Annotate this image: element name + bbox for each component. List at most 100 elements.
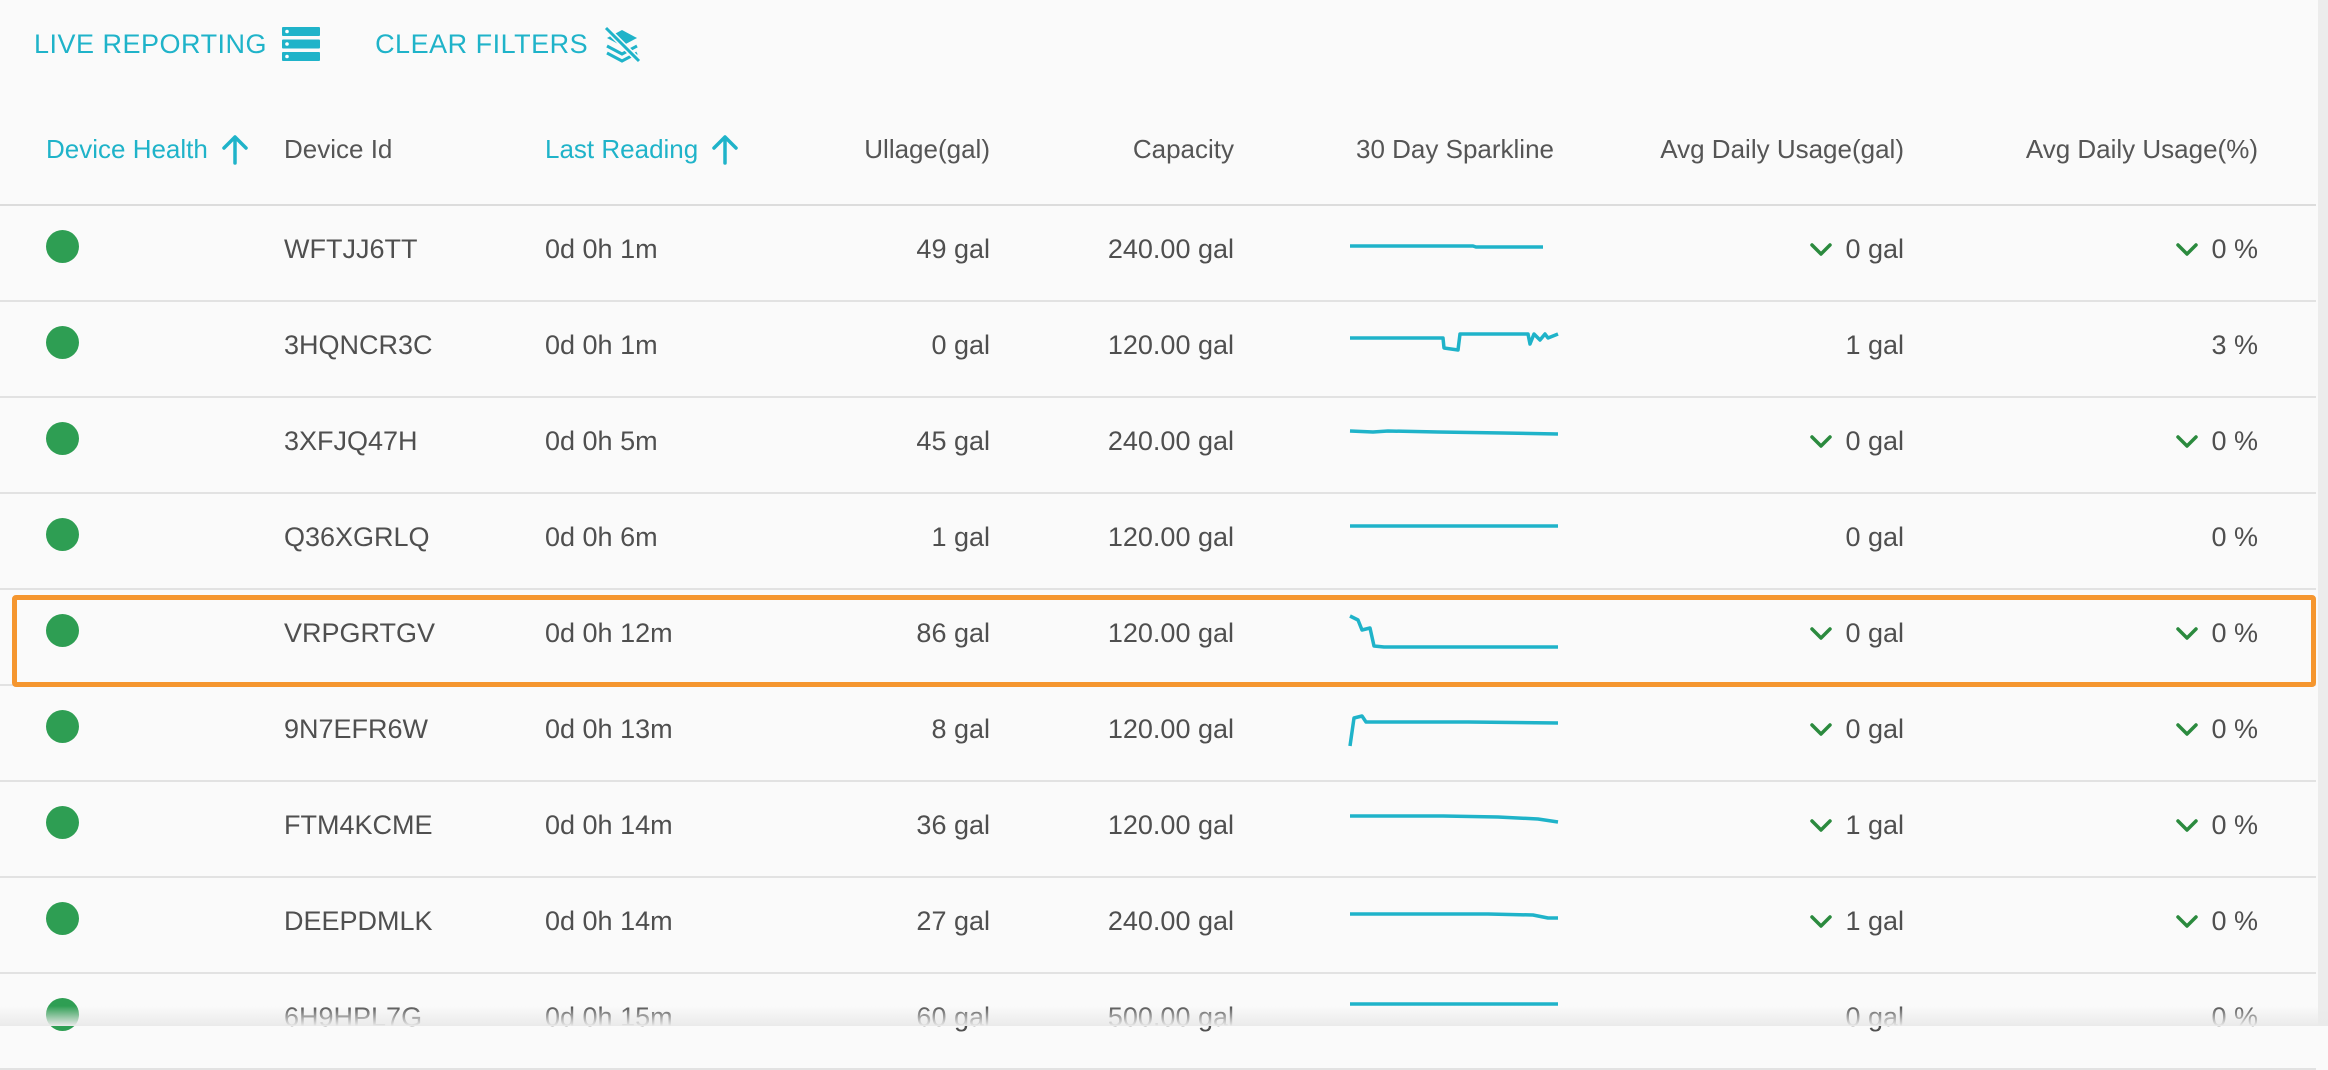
device-id: 3XFJQ47H [284,425,418,456]
ullage: 86 gal [916,617,990,648]
header-device-id[interactable]: Device Id [284,94,524,204]
ullage: 8 gal [931,713,990,744]
table-row[interactable]: 9N7EFR6W 0d 0h 13m 8 gal 120.00 gal 0 ga… [0,686,2316,782]
header-avg-daily-pct[interactable]: Avg Daily Usage(%) [1920,94,2258,204]
device-id-cell[interactable]: FTM4KCME [284,778,524,872]
table-header: Device Health Device Id Last Reading Ull… [0,94,2316,206]
sparkline-chart [1348,714,1559,747]
sparkline-chart [1349,429,1559,436]
sparkline-line [1350,244,1543,249]
ullage-cell: 8 gal [790,682,990,776]
list-icon [282,27,321,61]
capacity-cell: 120.00 gal [1000,682,1234,776]
ullage: 49 gal [916,233,990,264]
health-status-icon [46,421,79,455]
ullage: 27 gal [916,905,990,936]
ullage-cell: 45 gal [790,394,990,488]
capacity-cell: 120.00 gal [1000,490,1234,584]
sparkline-line [1350,814,1559,824]
last-reading: 0d 0h 1m [545,329,658,360]
header-device-id-label: Device Id [284,133,393,164]
capacity-cell: 120.00 gal [1000,778,1234,872]
header-capacity[interactable]: Capacity [1000,94,1234,204]
table-row[interactable]: 3XFJQ47H 0d 0h 5m 45 gal 240.00 gal 0 ga… [0,398,2316,494]
last-reading: 0d 0h 6m [545,521,658,552]
clear-filters-button[interactable]: CLEAR FILTERS [375,24,642,64]
table-row[interactable]: Q36XGRLQ 0d 0h 6m 1 gal 120.00 gal 0 gal… [0,494,2316,590]
chevron-down-icon [2175,618,2199,649]
table-row[interactable]: FTM4KCME 0d 0h 14m 36 gal 120.00 gal 1 g… [0,782,2316,878]
device-health-cell [46,490,266,584]
sparkline-cell [1330,202,1580,296]
ullage: 36 gal [916,809,990,840]
device-health-cell [46,682,266,776]
device-id: WFTJJ6TT [284,233,418,264]
capacity: 240.00 gal [1107,905,1234,936]
sparkline-cell [1330,394,1580,488]
avg-daily-pct-cell: 0 % [1920,586,2258,680]
sparkline-chart [1349,614,1558,649]
avg-daily-pct: 0 % [2211,809,2258,840]
device-id-cell[interactable]: WFTJJ6TT [284,202,524,296]
sparkline-cell [1330,490,1580,584]
header-device-health[interactable]: Device Health [46,94,266,204]
last-reading-cell: 0d 0h 13m [545,682,785,776]
sparkline-chart [1350,912,1558,920]
clear-filter-icon [604,25,642,64]
avg-daily-pct-cell: 0 % [1920,202,2258,296]
header-last-reading-label: Last Reading [545,133,699,164]
sparkline-cell [1330,586,1580,680]
header-avg-daily-gal[interactable]: Avg Daily Usage(gal) [1600,94,1904,204]
sparkline-cell [1330,682,1580,776]
capacity: 120.00 gal [1107,329,1234,360]
bottom-fade [0,1006,2328,1026]
device-health-cell [46,298,266,392]
device-id-cell[interactable]: 3HQNCR3C [284,298,524,392]
live-reporting-button[interactable]: LIVE REPORTING [34,26,321,62]
sparkline-chart [1350,814,1559,824]
scrollbar[interactable] [2318,0,2328,1026]
capacity: 120.00 gal [1107,521,1234,552]
avg-daily-gal: 0 gal [1845,617,1904,648]
ullage-cell: 0 gal [790,298,990,392]
avg-daily-pct: 0 % [2211,905,2258,936]
last-reading: 0d 0h 5m [545,425,658,456]
table-row[interactable]: DEEPDMLK 0d 0h 14m 27 gal 240.00 gal 1 g… [0,878,2316,974]
capacity-cell: 120.00 gal [1000,586,1234,680]
device-id-cell[interactable]: VRPGRTGV [284,586,524,680]
header-last-reading[interactable]: Last Reading [545,94,785,204]
device-health-cell [46,778,266,872]
table-row[interactable]: WFTJJ6TT 0d 0h 1m 49 gal 240.00 gal 0 ga… [0,206,2316,302]
sparkline-line [1349,614,1558,649]
ullage-cell: 1 gal [790,490,990,584]
table-row[interactable]: VRPGRTGV 0d 0h 12m 86 gal 120.00 gal 0 g… [0,590,2316,686]
device-id: VRPGRTGV [284,617,436,648]
device-table: Device Health Device Id Last Reading Ull… [0,94,2316,1070]
avg-daily-gal: 0 gal [1845,425,1904,456]
capacity: 120.00 gal [1107,617,1234,648]
chevron-down-icon [1809,810,1833,841]
chevron-down-icon [1809,234,1833,265]
device-health-cell [46,394,266,488]
table-row[interactable]: 3HQNCR3C 0d 0h 1m 0 gal 120.00 gal 1 gal… [0,302,2316,398]
avg-daily-pct-cell: 0 % [1920,394,2258,488]
sparkline-line [1350,332,1559,352]
header-ullage[interactable]: Ullage(gal) [790,94,990,204]
last-reading-cell: 0d 0h 12m [545,586,785,680]
device-id-cell[interactable]: 9N7EFR6W [284,682,524,776]
toolbar: LIVE REPORTING CLEAR FILTERS [34,14,696,74]
device-id-cell[interactable]: Q36XGRLQ [284,490,524,584]
avg-daily-pct-cell: 3 % [1920,298,2258,392]
avg-daily-gal-cell: 0 gal [1600,490,1904,584]
health-status-icon [46,613,79,647]
device-id-cell[interactable]: 3XFJQ47H [284,394,524,488]
live-reporting-label: LIVE REPORTING [34,28,268,59]
arrow-up-icon [712,135,738,165]
avg-daily-pct-cell: 0 % [1920,778,2258,872]
chevron-down-icon [1809,618,1833,649]
avg-daily-gal: 1 gal [1845,905,1904,936]
header-avg-daily-gal-label: Avg Daily Usage(gal) [1660,133,1904,164]
avg-daily-pct: 0 % [2211,521,2258,552]
device-id-cell[interactable]: DEEPDMLK [284,874,524,968]
sparkline-line [1350,912,1558,920]
